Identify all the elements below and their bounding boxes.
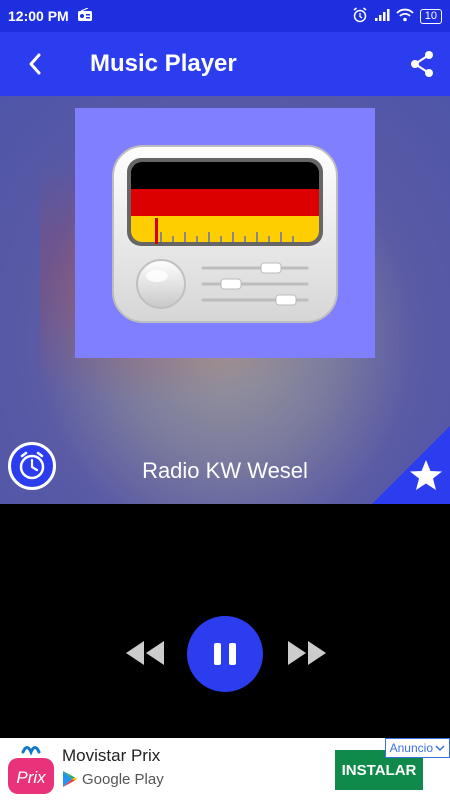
- battery-indicator: 10: [419, 8, 442, 24]
- google-play-icon: [63, 771, 77, 787]
- share-button[interactable]: [404, 46, 440, 82]
- signal-icon: [374, 8, 390, 25]
- ad-store-label: Google Play: [82, 770, 164, 788]
- playback-controls: [0, 504, 450, 738]
- ad-banner[interactable]: Prix Movistar Prix Google Play INSTALAR …: [0, 738, 450, 800]
- pause-button[interactable]: [187, 616, 263, 692]
- ad-choices-label[interactable]: Anuncio: [384, 738, 450, 758]
- wifi-icon: [396, 8, 414, 25]
- radio-notification-icon: [77, 6, 93, 25]
- ad-title: Movistar Prix: [62, 746, 161, 765]
- radio-flag-icon: [112, 145, 338, 323]
- favorite-button[interactable]: [372, 426, 450, 504]
- pause-icon: [214, 643, 236, 665]
- back-button[interactable]: [0, 32, 70, 96]
- app-bar: Music Player: [0, 32, 450, 96]
- ad-label-text: Anuncio: [389, 741, 433, 755]
- page-title: Music Player: [90, 50, 237, 77]
- rewind-icon: [126, 641, 164, 665]
- fast-forward-icon: [288, 641, 326, 665]
- status-bar: 12:00 PM 10: [0, 0, 450, 32]
- station-artwork: [75, 108, 375, 358]
- ad-store: Google Play: [62, 770, 164, 788]
- status-time: 12:00 PM: [8, 8, 69, 24]
- movistar-prix-logo: Prix: [8, 746, 54, 794]
- now-playing-panel: Radio KW Wesel: [0, 96, 450, 504]
- alarm-icon: [352, 6, 368, 26]
- rewind-button[interactable]: [124, 638, 166, 668]
- svg-text:Prix: Prix: [16, 768, 46, 787]
- share-icon: [411, 51, 433, 77]
- fast-forward-button[interactable]: [286, 638, 328, 668]
- chevron-left-icon: [29, 53, 41, 75]
- chevron-down-icon: [435, 745, 445, 752]
